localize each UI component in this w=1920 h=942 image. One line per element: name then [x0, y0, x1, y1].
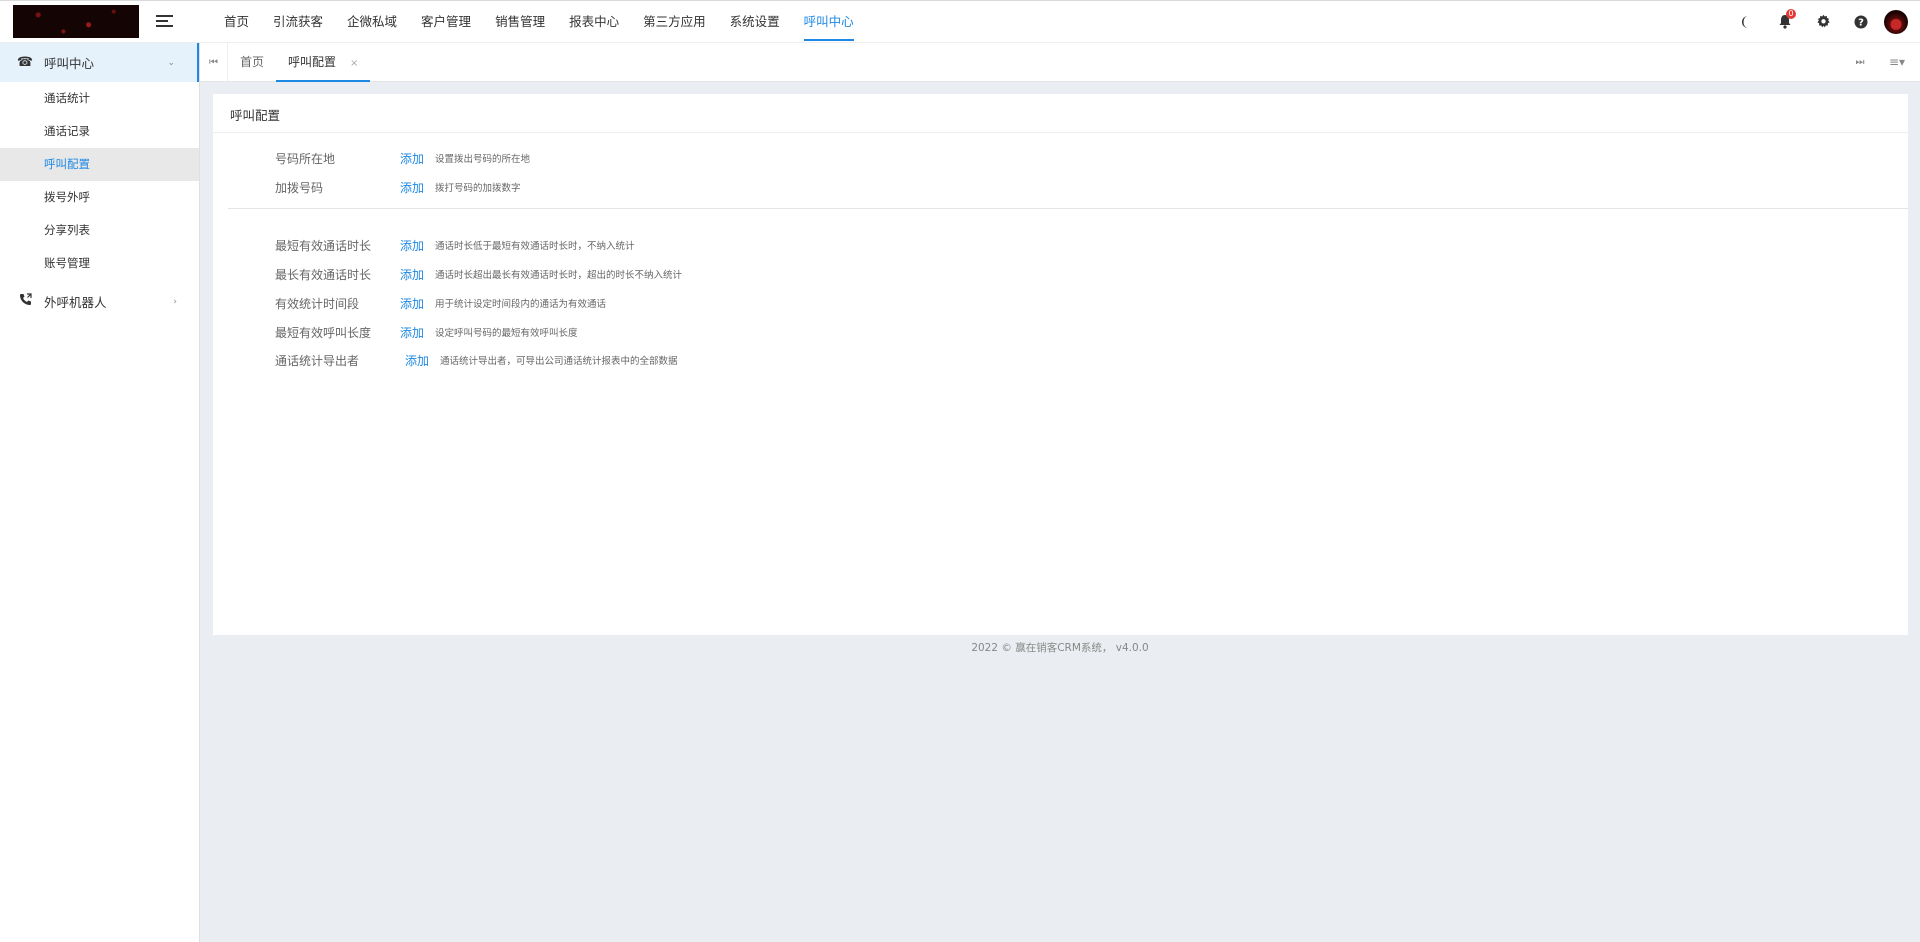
sidebar-group-label: 呼叫中心	[44, 56, 95, 71]
top-nav-settings[interactable]: 系统设置	[718, 1, 792, 42]
add-min-duration-link[interactable]: 添加	[400, 237, 424, 254]
tab-label: 首页	[240, 55, 265, 69]
chevron-down-icon: ⌄	[167, 57, 175, 68]
config-label: 最长有效通话时长	[275, 267, 372, 282]
config-label: 最短有效呼叫长度	[275, 325, 372, 340]
add-dial-prefix-link[interactable]: 添加	[400, 179, 424, 196]
config-row-max-duration: 最长有效通话时长 添加 通话时长超出最长有效通话时长时，超出的时长不纳入统计	[275, 264, 682, 284]
sidebar-item-call-config[interactable]: 呼叫配置	[0, 148, 199, 181]
tab-menu-icon[interactable]: ≡▾	[1874, 43, 1920, 81]
config-card: 呼叫配置 号码所在地 添加 设置拨出号码的所在地 加拨号码 添加 拨打号码的加拨…	[213, 94, 1908, 635]
config-label: 有效统计时间段	[275, 296, 360, 311]
tab-home[interactable]: 首页	[228, 43, 276, 81]
sidebar-item-call-stats[interactable]: 通话统计	[0, 82, 199, 115]
top-icon-group: 0 ?	[1728, 1, 1920, 42]
phone-icon: ☎	[16, 55, 34, 70]
config-description: 拨打号码的加拨数字	[435, 183, 521, 194]
avatar[interactable]	[1884, 9, 1908, 34]
add-stat-period-link[interactable]: 添加	[400, 295, 424, 312]
chevron-right-icon: ›	[173, 296, 177, 307]
phone-outgoing-icon	[16, 293, 34, 310]
config-row-min-call-length: 最短有效呼叫长度 添加 设定呼叫号码的最短有效呼叫长度	[275, 322, 578, 342]
top-nav-home[interactable]: 首页	[212, 1, 261, 42]
top-nav: 首页 引流获客 企微私域 客户管理 销售管理 报表中心 第三方应用 系统设置 呼…	[212, 1, 866, 42]
config-label: 加拨号码	[275, 180, 324, 195]
svg-text:?: ?	[1858, 17, 1864, 28]
top-nav-wecom[interactable]: 企微私域	[335, 1, 409, 42]
tab-label: 呼叫配置	[288, 55, 337, 69]
notification-badge: 0	[1786, 9, 1796, 19]
tab-call-config[interactable]: 呼叫配置 ×	[276, 43, 371, 82]
config-label: 号码所在地	[275, 151, 336, 166]
add-min-call-length-link[interactable]: 添加	[400, 324, 424, 341]
config-description: 通话时长超出最长有效通话时长时，超出的时长不纳入统计	[435, 270, 683, 281]
sidebar-item-accounts[interactable]: 账号管理	[0, 247, 199, 280]
menu-toggle-icon[interactable]	[156, 15, 173, 28]
config-description: 通话统计导出者，可导出公司通话统计报表中的全部数据	[440, 356, 678, 367]
sidebar-group-call-center[interactable]: ☎ 呼叫中心 ⌄	[0, 43, 199, 82]
sidebar-item-call-records[interactable]: 通话记录	[0, 115, 199, 148]
help-icon[interactable]: ?	[1842, 1, 1880, 42]
top-nav-reports[interactable]: 报表中心	[557, 1, 631, 42]
footer: 2022 © 赢在销客CRM系统， v4.0.0	[971, 642, 1149, 654]
logo[interactable]	[13, 5, 139, 38]
sidebar-item-dial-out[interactable]: 拨号外呼	[0, 181, 199, 214]
config-description: 用于统计设定时间段内的通话为有效通话	[435, 299, 607, 310]
top-nav-third-party[interactable]: 第三方应用	[631, 1, 718, 42]
section-divider	[228, 208, 1908, 209]
config-row-stat-exporter: 通话统计导出者 添加 通话统计导出者，可导出公司通话统计报表中的全部数据	[275, 350, 678, 370]
top-header: 首页 引流获客 企微私域 客户管理 销售管理 报表中心 第三方应用 系统设置 呼…	[0, 0, 1920, 43]
tab-list: 首页 呼叫配置 ×	[228, 43, 371, 82]
tab-scroll-left-icon[interactable]: ⏮	[200, 43, 228, 81]
top-nav-sales[interactable]: 销售管理	[483, 1, 557, 42]
tab-scroll-right-icon[interactable]: ⏭	[1846, 43, 1874, 81]
top-nav-customers[interactable]: 客户管理	[409, 1, 483, 42]
sidebar-group-label: 外呼机器人	[44, 295, 107, 310]
close-icon[interactable]: ×	[350, 58, 358, 69]
config-description: 通话时长低于最短有效通话时长时，不纳入统计	[435, 241, 635, 252]
add-max-duration-link[interactable]: 添加	[400, 266, 424, 283]
page-title: 呼叫配置	[213, 94, 1908, 133]
config-row-stat-period: 有效统计时间段 添加 用于统计设定时间段内的通话为有效通话	[275, 293, 606, 313]
top-nav-lead-gen[interactable]: 引流获客	[261, 1, 335, 42]
gear-icon[interactable]	[1804, 1, 1842, 42]
add-number-location-link[interactable]: 添加	[400, 150, 424, 167]
bell-icon[interactable]: 0	[1766, 1, 1804, 42]
config-label: 通话统计导出者	[275, 353, 360, 368]
config-row-dial-prefix: 加拨号码 添加 拨打号码的加拨数字	[275, 177, 521, 197]
moon-icon[interactable]	[1728, 1, 1766, 42]
config-row-min-duration: 最短有效通话时长 添加 通话时长低于最短有效通话时长时，不纳入统计	[275, 235, 635, 255]
config-label: 最短有效通话时长	[275, 238, 372, 253]
tab-bar: ⏮ 首页 呼叫配置 × ⏭ ≡▾	[200, 43, 1920, 82]
sidebar: ☎ 呼叫中心 ⌄ 通话统计 通话记录 呼叫配置 拨号外呼 分享列表 账号管理 外…	[0, 43, 200, 942]
config-row-number-location: 号码所在地 添加 设置拨出号码的所在地	[275, 148, 530, 168]
sidebar-group-robot[interactable]: 外呼机器人 ›	[0, 282, 199, 321]
add-stat-exporter-link[interactable]: 添加	[405, 352, 429, 369]
config-description: 设定呼叫号码的最短有效呼叫长度	[435, 328, 578, 339]
top-nav-call-center[interactable]: 呼叫中心	[792, 1, 866, 42]
sidebar-item-share-list[interactable]: 分享列表	[0, 214, 199, 247]
config-description: 设置拨出号码的所在地	[435, 154, 531, 165]
